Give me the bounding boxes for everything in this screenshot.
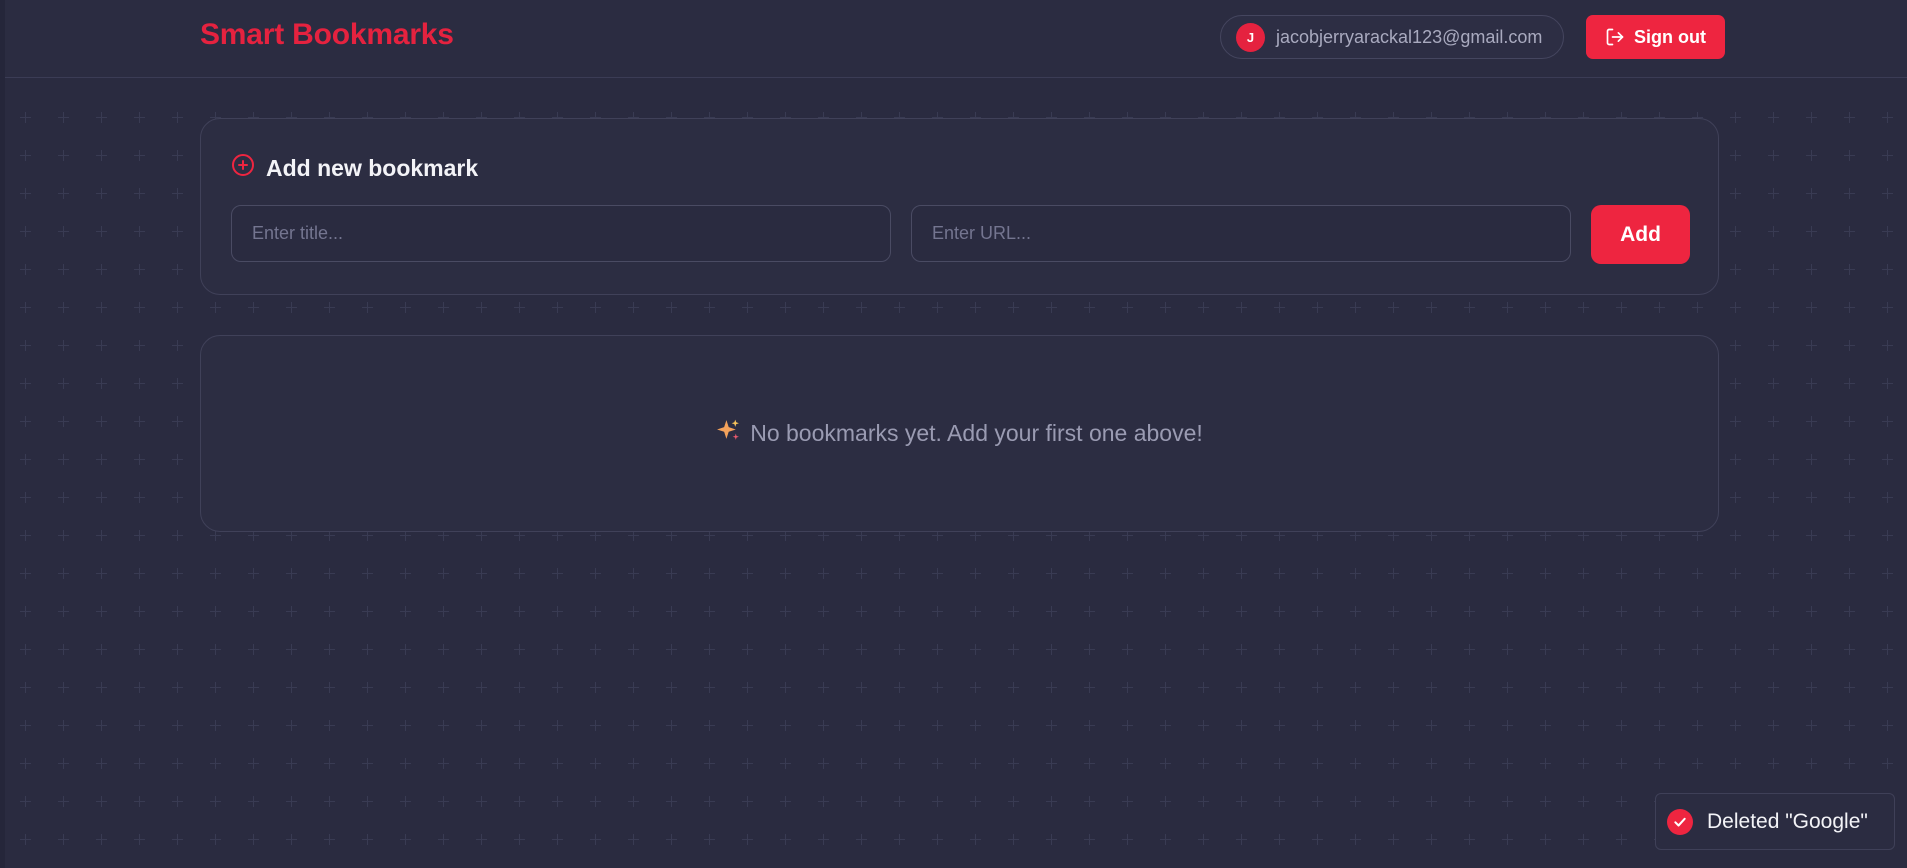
add-bookmark-heading: Add new bookmark	[231, 153, 478, 183]
title-input[interactable]	[231, 205, 891, 262]
toast-notification[interactable]: Deleted "Google"	[1655, 793, 1895, 850]
plus-circle-icon	[231, 153, 266, 183]
add-bookmark-title: Add new bookmark	[266, 154, 479, 181]
sign-out-button[interactable]: Sign out	[1586, 15, 1725, 59]
logout-icon	[1605, 27, 1625, 47]
user-email: jacobjerryarackal123@gmail.com	[1276, 26, 1543, 47]
toast-message: Deleted "Google"	[1707, 809, 1868, 833]
empty-message: No bookmarks yet. Add your first one abo…	[750, 420, 1203, 446]
sparkles-icon	[716, 418, 750, 449]
check-circle-icon	[1667, 808, 1693, 835]
add-bookmark-card: Add new bookmark Add	[200, 118, 1719, 295]
user-chip: J jacobjerryarackal123@gmail.com	[1220, 15, 1564, 59]
app-brand[interactable]: Smart Bookmarks	[200, 18, 454, 52]
add-button[interactable]: Add	[1591, 205, 1690, 264]
bookmark-list: No bookmarks yet. Add your first one abo…	[200, 335, 1719, 532]
sign-out-label: Sign out	[1634, 26, 1706, 47]
top-bar: Smart Bookmarks J jacobjerryarackal123@g…	[5, 0, 1907, 78]
empty-state: No bookmarks yet. Add your first one abo…	[201, 418, 1718, 449]
avatar: J	[1236, 22, 1265, 52]
window-edge	[0, 0, 5, 868]
url-input[interactable]	[911, 205, 1571, 262]
